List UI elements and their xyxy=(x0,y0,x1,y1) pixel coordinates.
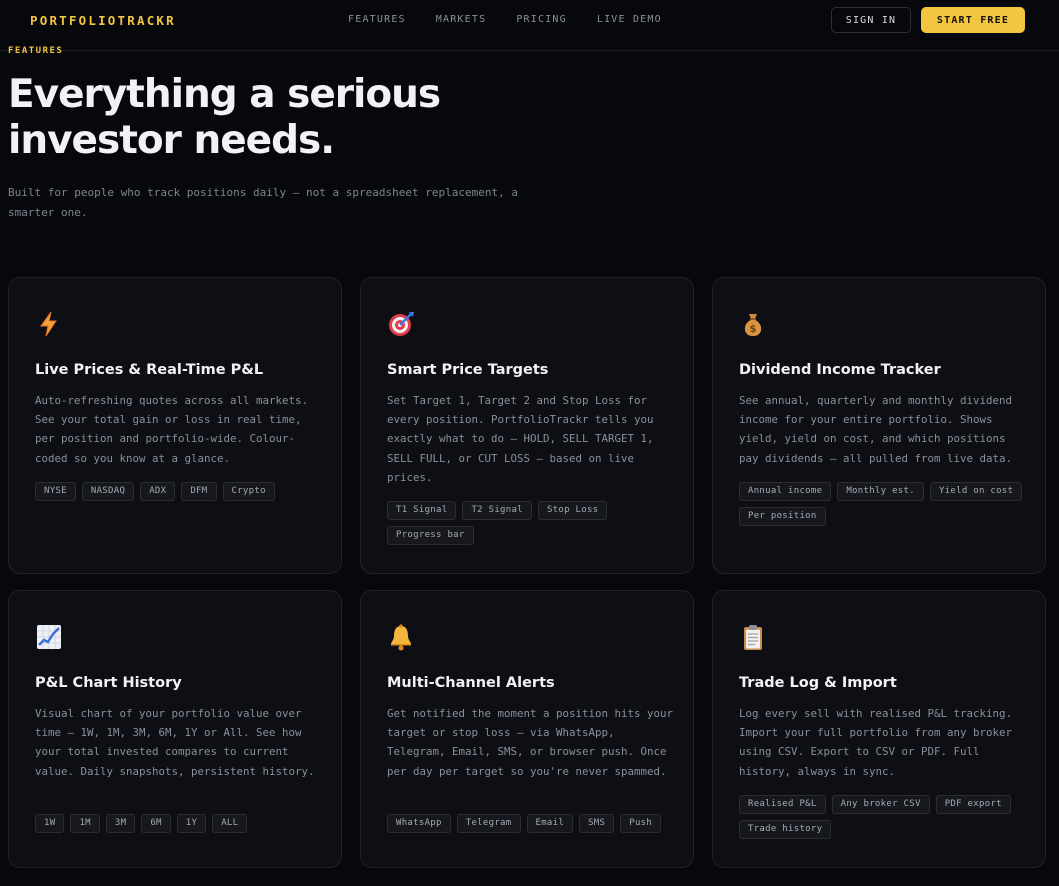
tag-t1-signal: T1 Signal xyxy=(387,501,457,520)
nav-links: FEATURES MARKETS PRICING LIVE DEMO xyxy=(348,14,692,25)
feature-title: Smart Price Targets xyxy=(387,362,549,378)
feature-card-pnl-chart: P&L Chart History Visual chart of your p… xyxy=(8,590,342,868)
clipboard-icon xyxy=(739,623,767,651)
tag-sms: SMS xyxy=(579,814,615,833)
feature-tags: Annual income Monthly est. Yield on cost… xyxy=(739,482,1029,526)
feature-description: Auto-refreshing quotes across all market… xyxy=(35,394,309,465)
bell-icon xyxy=(387,623,415,651)
feature-description: Get notified the moment a position hits … xyxy=(387,707,674,778)
section-eyebrow: FEATURES xyxy=(8,46,64,56)
feature-card-live-prices: Live Prices & Real-Time P&L Auto-refresh… xyxy=(8,277,342,574)
tag-progress-bar: Progress bar xyxy=(387,526,474,545)
money-bag-icon: $ xyxy=(739,310,767,338)
tag-any-broker-csv: Any broker CSV xyxy=(831,795,930,814)
tag-all: ALL xyxy=(212,814,248,833)
feature-card-dividend: $ Dividend Income Tracker See annual, qu… xyxy=(712,277,1046,574)
feature-card-trade-log: Trade Log & Import Log every sell with r… xyxy=(712,590,1046,868)
chart-icon xyxy=(35,623,63,651)
tag-whatsapp: WhatsApp xyxy=(387,814,451,833)
feature-title: Trade Log & Import xyxy=(739,675,897,691)
svg-text:$: $ xyxy=(750,324,757,335)
top-nav: PORTFOLIOTRACKR FEATURES MARKETS PRICING… xyxy=(0,0,1059,51)
page-title: Everything a serious investor needs. xyxy=(8,72,528,164)
feature-description: Set Target 1, Target 2 and Stop Loss for… xyxy=(387,394,654,484)
nav-link-pricing[interactable]: PRICING xyxy=(516,14,567,25)
headline-line-2: investor needs. xyxy=(8,118,335,163)
feature-tags: Realised P&L Any broker CSV PDF export T… xyxy=(739,795,1029,839)
tag-annual-income: Annual income xyxy=(739,482,832,501)
tag-1y: 1Y xyxy=(176,814,207,833)
tag-stop-loss: Stop Loss xyxy=(537,501,608,520)
lightning-icon xyxy=(35,310,63,338)
tag-3m: 3M xyxy=(105,814,136,833)
tag-push: Push xyxy=(620,814,662,833)
feature-tags: 1W 1M 3M 6M 1Y ALL xyxy=(35,814,325,833)
feature-card-alerts: Multi-Channel Alerts Get notified the mo… xyxy=(360,590,694,868)
tag-1m: 1M xyxy=(70,814,100,833)
nav-link-features[interactable]: FEATURES xyxy=(348,14,406,25)
target-icon xyxy=(387,310,415,338)
tag-t2-signal: T2 Signal xyxy=(462,501,532,520)
feature-title: P&L Chart History xyxy=(35,675,182,691)
feature-title: Multi-Channel Alerts xyxy=(387,675,555,691)
tag-trade-history: Trade history xyxy=(739,820,832,839)
headline-line-1: Everything a serious xyxy=(8,72,441,117)
tag-telegram: Telegram xyxy=(456,814,521,833)
logo[interactable]: PORTFOLIOTRACKR xyxy=(30,13,176,28)
tag-nasdaq: NASDAQ xyxy=(81,482,135,501)
sign-in-button[interactable]: SIGN IN xyxy=(831,7,911,33)
tag-per-position: Per position xyxy=(739,507,826,526)
start-free-button[interactable]: START FREE xyxy=(921,7,1025,33)
feature-card-price-targets: Smart Price Targets Set Target 1, Target… xyxy=(360,277,694,574)
tag-crypto: Crypto xyxy=(222,482,275,501)
tag-dfm: DFM xyxy=(181,482,217,501)
tag-pdf-export: PDF export xyxy=(935,795,1011,814)
feature-tags: WhatsApp Telegram Email SMS Push xyxy=(387,814,677,833)
tag-monthly-est: Monthly est. xyxy=(837,482,924,501)
feature-description: Visual chart of your portfolio value ove… xyxy=(35,707,315,778)
page-subtitle: Built for people who track positions dai… xyxy=(8,186,518,219)
tag-6m: 6M xyxy=(141,814,171,833)
feature-tags: T1 Signal T2 Signal Stop Loss Progress b… xyxy=(387,501,677,545)
feature-title: Dividend Income Tracker xyxy=(739,362,941,378)
tag-yield-on-cost: Yield on cost xyxy=(929,482,1023,501)
tag-email: Email xyxy=(526,814,574,833)
feature-title: Live Prices & Real-Time P&L xyxy=(35,362,264,378)
tag-1w: 1W xyxy=(35,814,65,833)
tag-nyse: NYSE xyxy=(35,482,76,501)
feature-tags: NYSE NASDAQ ADX DFM Crypto xyxy=(35,482,325,501)
tag-realised-pnl: Realised P&L xyxy=(739,795,826,814)
nav-link-markets[interactable]: MARKETS xyxy=(436,14,487,25)
feature-description: See annual, quarterly and monthly divide… xyxy=(739,394,1013,465)
tag-adx: ADX xyxy=(140,482,176,501)
feature-description: Log every sell with realised P&L trackin… xyxy=(739,707,1013,778)
nav-link-live-demo[interactable]: LIVE DEMO xyxy=(597,14,662,25)
